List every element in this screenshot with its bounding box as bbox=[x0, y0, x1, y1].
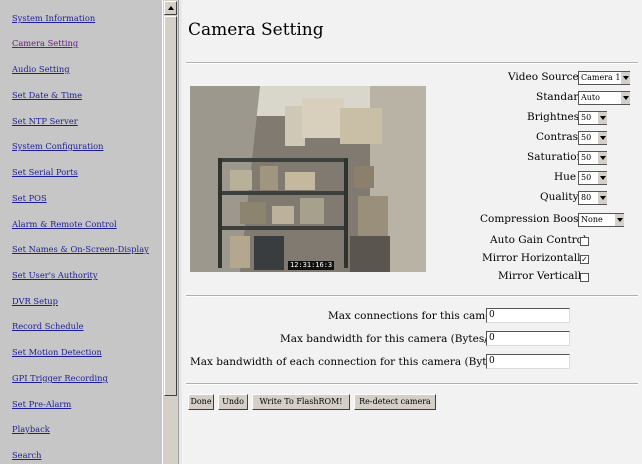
nav-link-set-motion-detection[interactable]: Set Motion Detection bbox=[12, 347, 102, 357]
nav-scrollbar[interactable] bbox=[162, 0, 179, 464]
quality-select[interactable]: 80 bbox=[578, 191, 607, 205]
divider-bottom bbox=[186, 383, 638, 385]
nav-link-gpi-trigger-recording[interactable]: GPI Trigger Recording bbox=[12, 373, 108, 383]
nav-link-dvr-setup[interactable]: DVR Setup bbox=[12, 296, 58, 306]
max-bandwidth-each-label: Max bandwidth of each connection for thi… bbox=[190, 356, 527, 368]
nav-link-set-ntp-server[interactable]: Set NTP Server bbox=[12, 116, 78, 126]
hue-value: 50 bbox=[581, 173, 592, 182]
brightness-label: Brightness bbox=[527, 111, 585, 123]
redetect-camera-button[interactable]: Re-detect camera bbox=[354, 394, 436, 410]
hue-label: Hue bbox=[554, 171, 577, 183]
video-source-label: Video Source bbox=[508, 71, 579, 83]
chevron-down-icon[interactable] bbox=[597, 172, 607, 184]
contrast-value: 50 bbox=[581, 133, 592, 142]
hue-select[interactable]: 50 bbox=[578, 171, 607, 185]
saturation-label: Saturation bbox=[527, 151, 584, 163]
nav-link-alarm-remote-control[interactable]: Alarm & Remote Control bbox=[12, 219, 117, 229]
nav-link-camera-setting[interactable]: Camera Setting bbox=[12, 38, 78, 48]
nav-link-set-users-authority[interactable]: Set User's Authority bbox=[12, 270, 98, 280]
write-to-flashrom-button[interactable]: Write To FlashROM! bbox=[252, 394, 350, 410]
chevron-down-icon[interactable] bbox=[614, 214, 624, 226]
nav-link-system-information[interactable]: System Information bbox=[12, 13, 95, 23]
nav-link-system-configuration[interactable]: System Configuration bbox=[12, 141, 104, 151]
done-button[interactable]: Done bbox=[188, 394, 214, 410]
navigation-frame: System Information Camera Setting Audio … bbox=[0, 0, 162, 464]
quality-label: Quality bbox=[540, 191, 579, 203]
undo-button[interactable]: Undo bbox=[218, 394, 248, 410]
saturation-select[interactable]: 50 bbox=[578, 151, 607, 165]
chevron-down-icon[interactable] bbox=[620, 72, 630, 84]
video-source-value: Camera 1 bbox=[581, 73, 621, 82]
chevron-down-icon[interactable] bbox=[620, 92, 630, 104]
nav-link-playback[interactable]: Playback bbox=[12, 424, 50, 434]
camera-scene bbox=[190, 86, 426, 272]
auto-gain-checkbox[interactable] bbox=[580, 237, 589, 246]
standard-value: Auto bbox=[581, 93, 600, 102]
quality-value: 80 bbox=[581, 193, 592, 202]
nav-link-set-serial-ports[interactable]: Set Serial Ports bbox=[12, 167, 78, 177]
scroll-up-arrow-icon[interactable] bbox=[164, 1, 177, 15]
auto-gain-label: Auto Gain Control bbox=[490, 234, 587, 246]
compression-boost-select[interactable]: None bbox=[578, 213, 624, 227]
checkmark-icon: ✓ bbox=[581, 255, 588, 264]
nav-link-set-names-osd[interactable]: Set Names & On-Screen-Display bbox=[12, 244, 149, 254]
page-title: Camera Setting bbox=[188, 20, 324, 40]
nav-link-audio-setting[interactable]: Audio Setting bbox=[12, 64, 70, 74]
chevron-down-icon[interactable] bbox=[597, 112, 607, 124]
brightness-select[interactable]: 50 bbox=[578, 111, 607, 125]
compression-boost-label: Compression Boost: bbox=[480, 213, 587, 225]
contrast-select[interactable]: 50 bbox=[578, 131, 607, 145]
nav-link-set-pos[interactable]: Set POS bbox=[12, 193, 47, 203]
mirror-vertically-checkbox[interactable] bbox=[580, 273, 589, 282]
video-source-select[interactable]: Camera 1 bbox=[578, 71, 630, 85]
brightness-value: 50 bbox=[581, 113, 592, 122]
saturation-value: 50 bbox=[581, 153, 592, 162]
nav-link-set-date-time[interactable]: Set Date & Time bbox=[12, 90, 82, 100]
compression-boost-value: None bbox=[581, 215, 603, 224]
mirror-horizontally-label: Mirror Horizontally bbox=[482, 252, 587, 264]
nav-link-record-schedule[interactable]: Record Schedule bbox=[12, 321, 84, 331]
preview-timestamp: 12:31:16:3 bbox=[288, 261, 335, 270]
scrollbar-thumb[interactable] bbox=[164, 16, 177, 396]
max-connections-input[interactable]: 0 bbox=[486, 308, 570, 323]
max-bandwidth-each-input[interactable]: 0 bbox=[486, 354, 570, 369]
mirror-vertically-label: Mirror Vertically bbox=[498, 270, 588, 282]
max-connections-label: Max connections for this camera: bbox=[328, 310, 507, 322]
chevron-down-icon[interactable] bbox=[597, 152, 607, 164]
main-content: Camera Setting 12:31:16:3 Video Source C… bbox=[182, 0, 642, 464]
max-bandwidth-label: Max bandwidth for this camera (Bytes/sec… bbox=[280, 333, 513, 345]
divider-top bbox=[186, 62, 638, 64]
nav-link-set-pre-alarm[interactable]: Set Pre-Alarm bbox=[12, 399, 71, 409]
mirror-horizontally-checkbox[interactable]: ✓ bbox=[580, 255, 589, 264]
nav-link-search[interactable]: Search bbox=[12, 450, 42, 460]
camera-preview-image: 12:31:16:3 bbox=[190, 86, 426, 272]
max-bandwidth-input[interactable]: 0 bbox=[486, 331, 570, 346]
contrast-label: Contrast bbox=[536, 131, 583, 143]
standard-select[interactable]: Auto bbox=[578, 91, 630, 105]
divider-middle bbox=[186, 295, 638, 297]
chevron-down-icon[interactable] bbox=[597, 192, 607, 204]
chevron-down-icon[interactable] bbox=[597, 132, 607, 144]
